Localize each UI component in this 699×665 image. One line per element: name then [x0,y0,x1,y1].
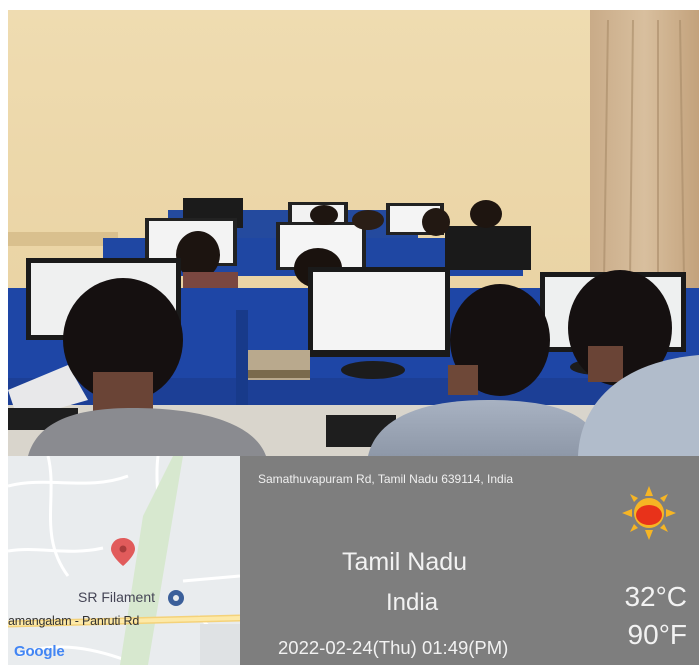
map-road-label: amangalam - Panruti Rd [8,614,140,628]
geotag-info-panel: Samathuvapuram Rd, Tamil Nadu 639114, In… [240,456,699,665]
region-text: Tamil Nadu [342,548,468,576]
temperature-celsius: 32°C [624,581,687,612]
temperature-fahrenheit: 90°F [627,619,687,650]
classroom-photo [8,10,699,456]
map-poi-label: SR Filament [78,589,156,605]
geotag-overlay: SR Filament amangalam - Panruti Rd Googl… [8,456,699,665]
datetime-text: 2022-02-24(Thu) 01:49(PM) [278,637,509,658]
country-text: India [386,589,439,616]
location-map[interactable]: SR Filament amangalam - Panruti Rd Googl… [8,456,240,665]
address-text: Samathuvapuram Rd, Tamil Nadu 639114, In… [258,472,514,486]
sun-icon [622,486,676,540]
geotag-photo: SR Filament amangalam - Panruti Rd Googl… [0,0,699,665]
google-logo: Google [14,643,65,660]
